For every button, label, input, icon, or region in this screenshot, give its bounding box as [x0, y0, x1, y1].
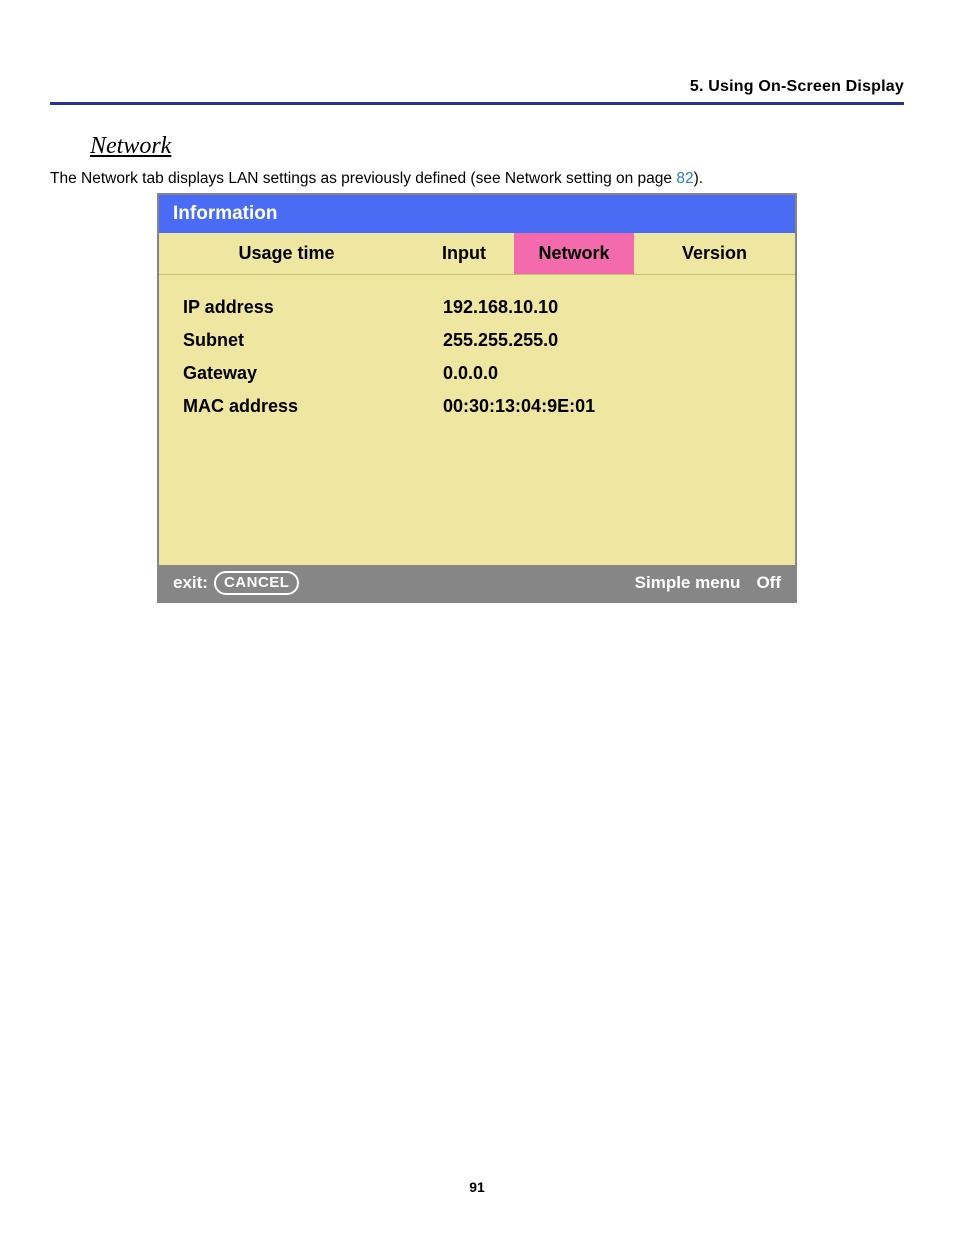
value-mac: 00:30:13:04:9E:01	[443, 396, 771, 417]
intro-text-pre: The Network tab displays LAN settings as…	[50, 170, 676, 187]
tab-version[interactable]: Version	[634, 233, 795, 274]
value-ip: 192.168.10.10	[443, 297, 771, 318]
intro-text-post: ).	[694, 170, 703, 187]
cancel-button[interactable]: CANCEL	[214, 571, 300, 595]
label-subnet: Subnet	[183, 330, 443, 351]
document-page: 5. Using On-Screen Display Network The N…	[0, 0, 954, 1235]
osd-title: Information	[159, 195, 795, 233]
tab-network[interactable]: Network	[514, 233, 634, 274]
value-gateway: 0.0.0.0	[443, 363, 771, 384]
exit-block: exit: CANCEL	[173, 571, 299, 595]
section-title: Network	[90, 133, 171, 160]
page-number: 91	[0, 1179, 954, 1195]
row-ip: IP address 192.168.10.10	[183, 291, 771, 324]
osd-body: IP address 192.168.10.10 Subnet 255.255.…	[159, 275, 795, 565]
page-link[interactable]: 82	[676, 170, 693, 187]
label-ip: IP address	[183, 297, 443, 318]
osd-tab-bar: Usage time Input Network Version	[159, 233, 795, 275]
tab-usage-time[interactable]: Usage time	[159, 233, 414, 274]
osd-window: Information Usage time Input Network Ver…	[157, 193, 797, 603]
simple-menu-label: Simple menu	[635, 573, 741, 593]
row-mac: MAC address 00:30:13:04:9E:01	[183, 390, 771, 423]
exit-label: exit:	[173, 573, 208, 593]
row-gateway: Gateway 0.0.0.0	[183, 357, 771, 390]
label-mac: MAC address	[183, 396, 443, 417]
label-gateway: Gateway	[183, 363, 443, 384]
simple-menu-value: Off	[756, 573, 781, 593]
tab-input[interactable]: Input	[414, 233, 514, 274]
osd-footer: exit: CANCEL Simple menu Off	[159, 565, 795, 601]
value-subnet: 255.255.255.0	[443, 330, 771, 351]
row-subnet: Subnet 255.255.255.0	[183, 324, 771, 357]
intro-paragraph: The Network tab displays LAN settings as…	[50, 170, 904, 188]
chapter-header: 5. Using On-Screen Display	[50, 78, 904, 105]
